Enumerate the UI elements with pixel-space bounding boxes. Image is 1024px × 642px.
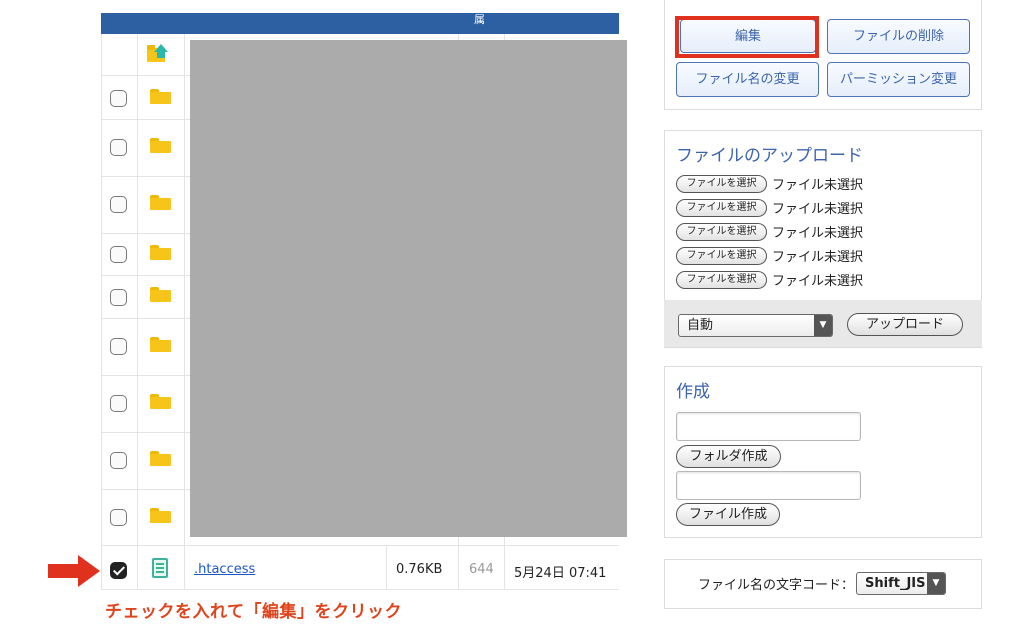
delete-file-button[interactable]: ファイルの削除 xyxy=(827,19,970,54)
red-arrow-icon xyxy=(48,555,100,587)
folder-icon[interactable] xyxy=(150,287,171,302)
no-file-label: ファイル未選択 xyxy=(772,178,864,193)
file-icon[interactable] xyxy=(152,558,168,578)
row-checkbox[interactable] xyxy=(110,246,127,263)
encoding-value: Shift_JIS xyxy=(865,576,926,591)
file-date: 5月24日 07:41 xyxy=(514,566,607,581)
row-divider xyxy=(101,75,190,76)
row-checkbox[interactable] xyxy=(110,338,127,355)
row-checkbox[interactable] xyxy=(110,139,127,156)
row-divider xyxy=(101,176,190,177)
row-divider xyxy=(101,119,190,120)
file-name-input[interactable] xyxy=(676,471,861,500)
row-divider xyxy=(101,489,190,490)
file-size: 0.76KB xyxy=(396,562,443,577)
create-folder-button[interactable]: フォルダ作成 xyxy=(676,445,781,468)
row-divider xyxy=(101,589,619,590)
column-divider xyxy=(184,34,185,589)
row-divider xyxy=(101,318,190,319)
row-checkbox[interactable] xyxy=(110,509,127,526)
row-divider xyxy=(101,275,190,276)
create-title: 作成 xyxy=(676,382,710,402)
folder-name-input[interactable] xyxy=(676,412,861,441)
no-file-label: ファイル未選択 xyxy=(772,226,864,241)
row-checkbox[interactable] xyxy=(110,90,127,107)
edit-highlight-frame xyxy=(675,16,819,58)
table-border-left xyxy=(101,34,102,589)
column-divider xyxy=(386,545,387,589)
permission-button[interactable]: パーミッション変更 xyxy=(827,62,970,97)
instruction-text: チェックを入れて「編集」をクリック xyxy=(105,602,402,622)
htaccess-checkbox[interactable] xyxy=(110,562,127,579)
table-header-text: 属 xyxy=(474,13,485,26)
row-divider xyxy=(101,375,190,376)
folder-icon[interactable] xyxy=(150,195,171,210)
row-divider xyxy=(101,233,190,234)
no-file-label: ファイル未選択 xyxy=(772,274,864,289)
encoding-label: ファイル名の文字コード： xyxy=(698,578,855,593)
parent-folder-icon[interactable] xyxy=(147,42,173,64)
column-divider xyxy=(137,34,138,589)
choose-file-button[interactable]: ファイルを選択 xyxy=(676,175,767,193)
choose-file-button[interactable]: ファイルを選択 xyxy=(676,199,767,217)
row-checkbox[interactable] xyxy=(110,289,127,306)
folder-icon[interactable] xyxy=(150,89,171,104)
upload-mode-value: 自動 xyxy=(687,318,714,333)
folder-icon[interactable] xyxy=(150,138,171,153)
encoding-select[interactable]: Shift_JIS ▼ xyxy=(856,572,946,595)
redacted-area xyxy=(190,40,627,537)
no-file-label: ファイル未選択 xyxy=(772,250,864,265)
dropdown-arrow-icon: ▼ xyxy=(814,315,832,336)
row-checkbox[interactable] xyxy=(110,395,127,412)
choose-file-button[interactable]: ファイルを選択 xyxy=(676,247,767,265)
row-divider xyxy=(101,545,619,546)
file-name-link[interactable]: .htaccess xyxy=(194,562,255,577)
folder-icon[interactable] xyxy=(150,337,171,352)
upload-mode-select[interactable]: 自動 ▼ xyxy=(678,314,833,337)
rename-file-button[interactable]: ファイル名の変更 xyxy=(676,62,819,97)
folder-icon[interactable] xyxy=(150,451,171,466)
dropdown-arrow-icon: ▼ xyxy=(927,573,945,594)
upload-button[interactable]: アップロード xyxy=(847,313,963,336)
choose-file-button[interactable]: ファイルを選択 xyxy=(676,223,767,241)
no-file-label: ファイル未選択 xyxy=(772,202,864,217)
file-permission: 644 xyxy=(469,562,494,577)
row-checkbox[interactable] xyxy=(110,196,127,213)
folder-icon[interactable] xyxy=(150,508,171,523)
row-checkbox[interactable] xyxy=(110,452,127,469)
upload-title: ファイルのアップロード xyxy=(676,146,863,166)
table-header: 属 xyxy=(101,13,619,34)
row-divider xyxy=(101,432,190,433)
create-file-button[interactable]: ファイル作成 xyxy=(676,503,780,526)
folder-icon[interactable] xyxy=(150,394,171,409)
folder-icon[interactable] xyxy=(150,245,171,260)
choose-file-button[interactable]: ファイルを選択 xyxy=(676,271,767,289)
